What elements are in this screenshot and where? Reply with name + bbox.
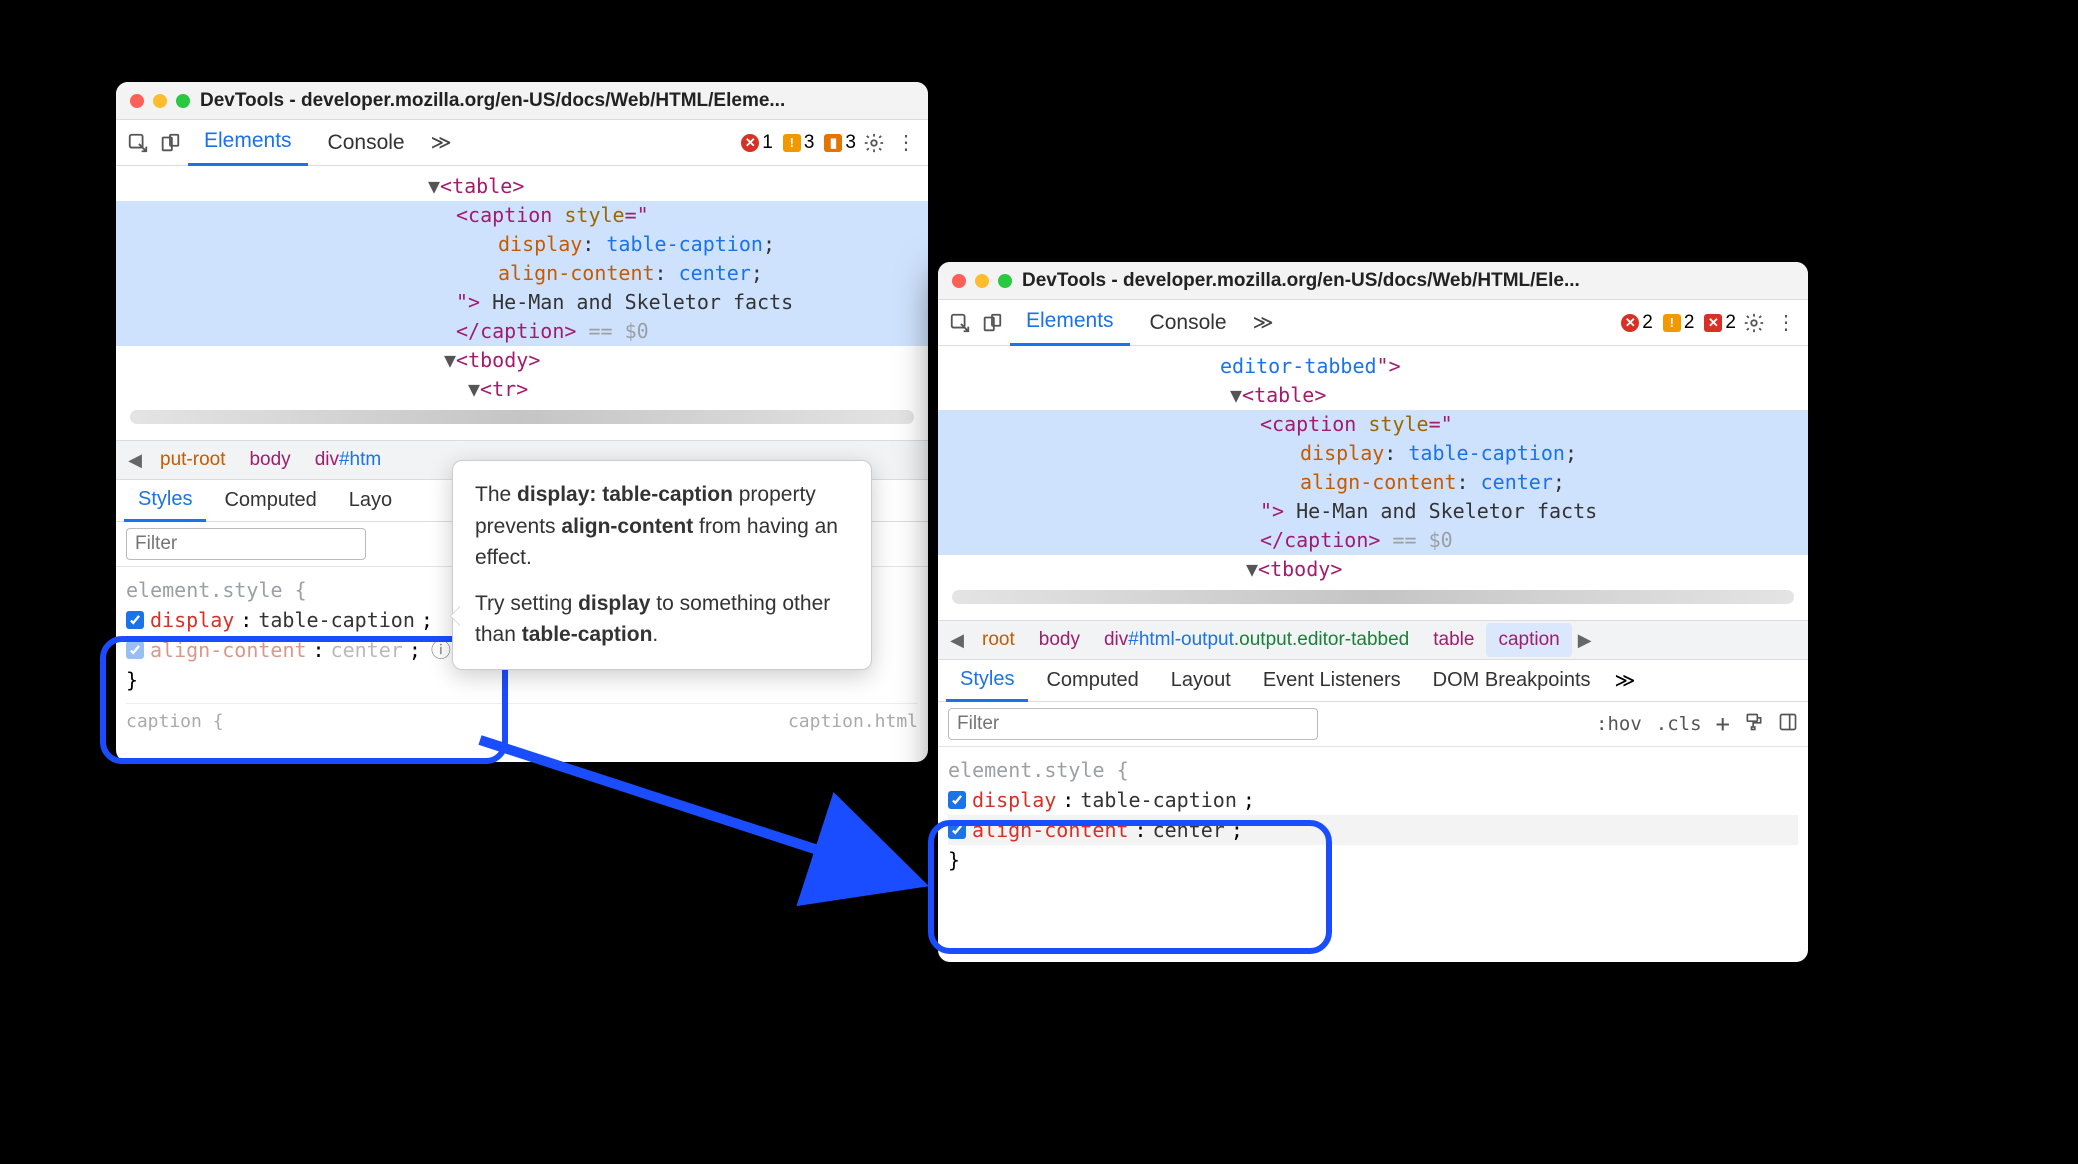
selected-node[interactable]: <caption style=" (938, 410, 1808, 439)
selected-node[interactable]: <caption style=" (116, 201, 928, 230)
tab-dom-breakpoints[interactable]: DOM Breakpoints (1419, 661, 1605, 700)
paint-icon[interactable] (1744, 712, 1764, 737)
element-style-block[interactable]: element.style { display: table-caption; … (938, 747, 1808, 889)
tab-console[interactable]: Console (312, 121, 421, 165)
kebab-menu-icon[interactable]: ⋮ (1772, 309, 1800, 337)
toggle-checkbox[interactable] (948, 791, 966, 809)
error-icon: ✕ (741, 134, 759, 152)
tab-computed[interactable]: Computed (1032, 661, 1152, 700)
styles-filter-row: :hov .cls + (938, 702, 1808, 747)
toggle-checkbox[interactable] (948, 821, 966, 839)
traffic-lights (952, 274, 1012, 288)
crumb-body[interactable]: body (1027, 623, 1092, 657)
new-rule-icon[interactable]: + (1716, 710, 1730, 738)
minimize-window-icon[interactable] (153, 94, 167, 108)
hov-toggle[interactable]: :hov (1596, 713, 1642, 735)
traffic-lights (130, 94, 190, 108)
expand-arrow-icon[interactable]: ▼ (468, 377, 480, 401)
info-icon[interactable]: ⓘ (431, 635, 451, 665)
error-square-icon: ✕ (1704, 314, 1722, 332)
tab-styles[interactable]: Styles (946, 660, 1028, 702)
crumb-scroll-left-icon[interactable]: ◀ (122, 450, 148, 471)
crumb-table[interactable]: table (1421, 623, 1486, 657)
crumb-div[interactable]: div#html-output.output.editor-tabbed (1092, 623, 1421, 657)
devtools-window-right: DevTools - developer.mozilla.org/en-US/d… (938, 262, 1808, 962)
styles-filter-input[interactable] (948, 708, 1318, 740)
crumb-caption[interactable]: caption (1486, 623, 1571, 657)
dom-tree[interactable]: editor-tabbed"> ▼<table> <caption style=… (938, 346, 1808, 620)
cls-toggle[interactable]: .cls (1656, 713, 1702, 735)
toggle-checkbox[interactable] (126, 641, 144, 659)
devtools-toolbar: Elements Console ≫ ✕2 !2 ✕2 ⋮ (938, 300, 1808, 346)
tab-event-listeners[interactable]: Event Listeners (1249, 661, 1415, 700)
titlebar: DevTools - developer.mozilla.org/en-US/d… (938, 262, 1808, 300)
more-tabs-icon[interactable]: ≫ (425, 122, 458, 163)
device-toggle-icon[interactable] (978, 309, 1006, 337)
crumb-body[interactable]: body (237, 443, 302, 477)
flag-icon: ▮ (824, 134, 842, 152)
breadcrumb: ◀ root body div#html-output.output.edito… (938, 620, 1808, 660)
horizontal-scrollbar[interactable] (130, 410, 914, 424)
css-hint-tooltip: The display: table-caption property prev… (452, 460, 872, 670)
zoom-window-icon[interactable] (998, 274, 1012, 288)
more-tabs-icon[interactable]: ≫ (1609, 660, 1642, 701)
inspect-icon[interactable] (124, 129, 152, 157)
tab-layout[interactable]: Layo (335, 481, 406, 520)
settings-gear-icon[interactable] (860, 129, 888, 157)
caption-rule-label: caption { (126, 708, 224, 735)
dom-tree[interactable]: ▼<table> <caption style=" display: table… (116, 166, 928, 440)
zoom-window-icon[interactable] (176, 94, 190, 108)
titlebar: DevTools - developer.mozilla.org/en-US/d… (116, 82, 928, 120)
settings-gear-icon[interactable] (1740, 309, 1768, 337)
crumb-scroll-left-icon[interactable]: ◀ (944, 630, 970, 651)
expand-arrow-icon[interactable]: ▼ (444, 348, 456, 372)
css-selector: element.style { (948, 755, 1798, 785)
crumb-root[interactable]: root (970, 623, 1027, 657)
window-title: DevTools - developer.mozilla.org/en-US/d… (200, 90, 785, 112)
styles-filter-input[interactable] (126, 528, 366, 560)
issue-counts[interactable]: ✕2 !2 ✕2 (1621, 312, 1736, 334)
tab-elements[interactable]: Elements (188, 119, 308, 166)
kebab-menu-icon[interactable]: ⋮ (892, 129, 920, 157)
window-title: DevTools - developer.mozilla.org/en-US/d… (1022, 270, 1580, 292)
css-prop-display[interactable]: display: table-caption; (948, 785, 1798, 815)
close-window-icon[interactable] (952, 274, 966, 288)
horizontal-scrollbar[interactable] (952, 590, 1794, 604)
issue-counts[interactable]: ✕1 !3 ▮3 (741, 132, 856, 154)
tab-styles[interactable]: Styles (124, 480, 206, 522)
more-tabs-icon[interactable]: ≫ (1247, 302, 1280, 343)
devtools-toolbar: Elements Console ≫ ✕1 !3 ▮3 ⋮ (116, 120, 928, 166)
computed-panel-icon[interactable] (1778, 712, 1798, 737)
caption-src-label: caption.html (788, 708, 918, 735)
css-prop-align-content[interactable]: align-content: center; (948, 815, 1798, 845)
tab-layout[interactable]: Layout (1157, 661, 1245, 700)
close-window-icon[interactable] (130, 94, 144, 108)
tab-console[interactable]: Console (1134, 301, 1243, 345)
tab-elements[interactable]: Elements (1010, 299, 1130, 346)
error-icon: ✕ (1621, 314, 1639, 332)
inspect-icon[interactable] (946, 309, 974, 337)
minimize-window-icon[interactable] (975, 274, 989, 288)
crumb-div[interactable]: div#htm (303, 443, 394, 477)
warning-icon: ! (1663, 314, 1681, 332)
toggle-checkbox[interactable] (126, 611, 144, 629)
tab-computed[interactable]: Computed (210, 481, 330, 520)
expand-arrow-icon[interactable]: ▼ (1246, 557, 1258, 581)
expand-arrow-icon[interactable]: ▼ (1230, 383, 1242, 407)
device-toggle-icon[interactable] (156, 129, 184, 157)
styles-tabs: Styles Computed Layout Event Listeners D… (938, 660, 1808, 702)
expand-arrow-icon[interactable]: ▼ (428, 174, 440, 198)
crumb-scroll-right-icon[interactable]: ▶ (1572, 630, 1598, 651)
crumb-put-root[interactable]: put-root (148, 443, 237, 477)
warning-icon: ! (783, 134, 801, 152)
